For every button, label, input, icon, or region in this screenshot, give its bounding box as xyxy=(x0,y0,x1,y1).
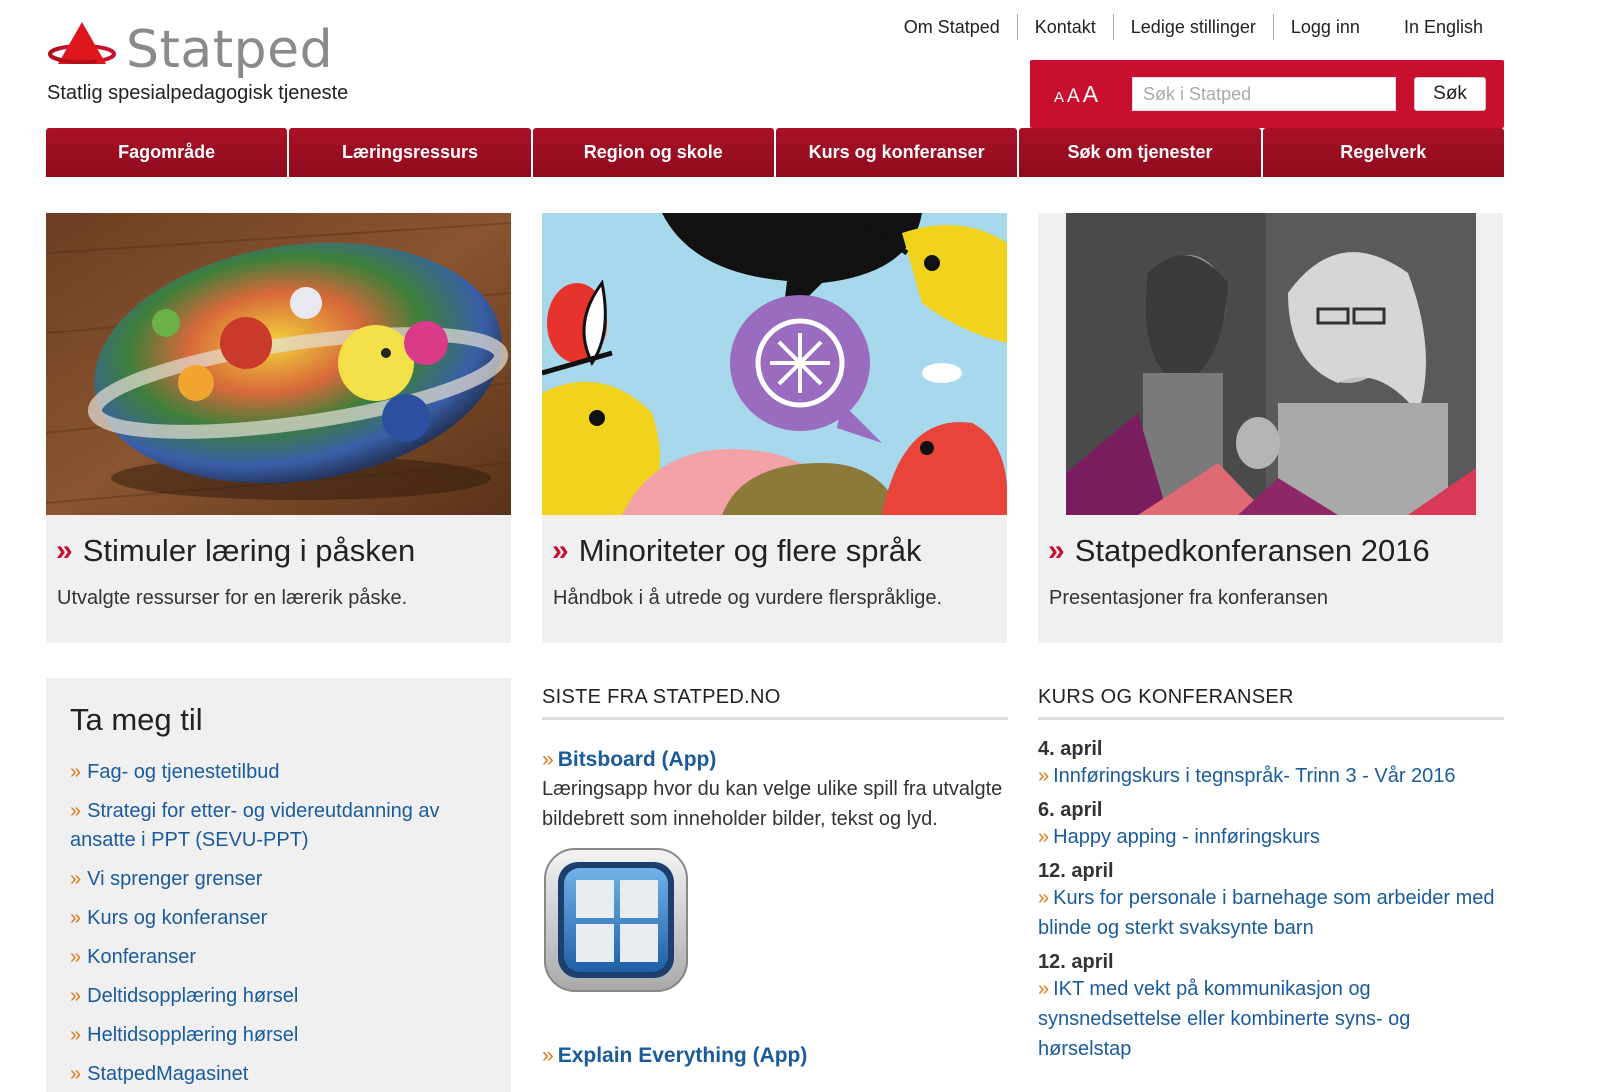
chevron-icon: » xyxy=(70,800,82,822)
latest-news-heading: SISTE FRA STATPED.NO xyxy=(542,686,1008,720)
font-size-small[interactable]: A xyxy=(1054,89,1064,106)
card-subtitle: Utvalgte ressurser for en lærerik påske. xyxy=(57,587,408,609)
card-title[interactable]: » Minoriteter og flere språk xyxy=(552,533,922,569)
card-title[interactable]: » Stimuler læring i påsken xyxy=(56,533,415,569)
course-date: 6. april xyxy=(1038,799,1103,821)
font-size-medium[interactable]: A xyxy=(1067,86,1080,108)
chevron-icon: » xyxy=(56,534,73,567)
card-subtitle: Håndbok i å utrede og vurdere flerspråkl… xyxy=(553,587,943,609)
chevron-icon: » xyxy=(1038,887,1050,909)
take-me-to-panel: Ta meg til » Fag- og tjenestetilbud » Stra… xyxy=(46,678,511,1092)
chevron-icon: » xyxy=(1038,765,1050,787)
tagline: Statlig spesialpedagogisk tjeneste xyxy=(47,82,349,104)
course-link[interactable]: » Kurs for personale i barnehage som arbe… xyxy=(1038,883,1504,943)
chevron-icon: » xyxy=(542,1044,554,1067)
logo-text: Statped xyxy=(126,20,334,80)
chevron-icon: » xyxy=(1048,534,1065,567)
mainnav-kurs-og-konferanser[interactable]: Kurs og konferanser xyxy=(775,128,1018,177)
conference-photo xyxy=(1038,213,1503,515)
take-me-to-list: » Fag- og tjenestetilbud » Strategi for et… xyxy=(70,758,487,1089)
search-bar: A A A Søk xyxy=(1030,60,1504,128)
list-item[interactable]: » Heltidsopplæring hørsel xyxy=(70,1021,487,1050)
mainnav-sok-om-tjenester[interactable]: Søk om tjenester xyxy=(1019,128,1261,177)
topnav-om-statped[interactable]: Om Statped xyxy=(887,14,1017,40)
main-navigation: Fagområde Læringsressurs Region og skole… xyxy=(46,128,1504,177)
card-title-text: Statpedkonferansen 2016 xyxy=(1074,533,1430,568)
course-link[interactable]: » Happy apping - innføringskurs xyxy=(1038,822,1504,852)
search-button[interactable]: Søk xyxy=(1414,77,1487,111)
mainnav-laeringsressurs[interactable]: Læringsressurs xyxy=(289,128,531,177)
card-title[interactable]: » Statpedkonferansen 2016 xyxy=(1048,533,1430,569)
chevron-icon: » xyxy=(70,868,82,890)
list-item[interactable]: » StatpedMagasinet xyxy=(70,1060,487,1089)
font-size-controls: A A A xyxy=(1054,81,1098,108)
list-item[interactable]: » Fag- og tjenestetilbud xyxy=(70,758,487,787)
courses-column: KURS OG KONFERANSER 4. april » Innførings… xyxy=(1038,686,1504,1064)
course-date: 4. april xyxy=(1038,738,1103,760)
card-subtitle: Presentasjoner fra konferansen xyxy=(1049,587,1329,609)
chevron-icon: » xyxy=(1038,978,1050,1000)
course-link[interactable]: » Innføringskurs i tegnspråk- Trinn 3 - V… xyxy=(1038,761,1504,791)
chevron-icon: » xyxy=(70,985,82,1007)
feature-card-paske[interactable]: » Stimuler læring i påsken Utvalgte ressu… xyxy=(46,213,511,643)
topnav-in-english[interactable]: In English xyxy=(1377,14,1500,40)
news-item: » Bitsboard (App) Læringsapp hvor du kan … xyxy=(542,748,1008,994)
topnav-ledige-stillinger[interactable]: Ledige stillinger xyxy=(1112,14,1273,40)
news-title-link[interactable]: » Bitsboard (App) xyxy=(542,748,1008,772)
chevron-icon: » xyxy=(552,534,569,567)
statped-logo-icon xyxy=(46,20,122,76)
chevron-icon: » xyxy=(70,761,82,783)
chevron-icon: » xyxy=(542,748,554,771)
course-link[interactable]: » IKT med vekt på kommunikasjon og synsne… xyxy=(1038,974,1504,1064)
card-title-text: Stimuler læring i påsken xyxy=(82,533,416,568)
topnav-kontakt[interactable]: Kontakt xyxy=(1016,14,1113,40)
bitsboard-app-icon[interactable] xyxy=(542,846,690,994)
topnav-logg-inn[interactable]: Logg inn xyxy=(1272,14,1377,40)
course-date: 12. april xyxy=(1038,951,1114,973)
feature-card-konferanse[interactable]: » Statpedkonferansen 2016 Presentasjoner … xyxy=(1038,213,1503,643)
chevron-icon: » xyxy=(70,1024,82,1046)
mainnav-region-og-skole[interactable]: Region og skole xyxy=(532,128,774,177)
card-title-text: Minoriteter og flere språk xyxy=(578,533,922,568)
mainnav-fagomrade[interactable]: Fagområde xyxy=(46,128,288,177)
list-item[interactable]: » Strategi for etter- og videreutdanning … xyxy=(70,797,487,855)
news-item: » Explain Everything (App) xyxy=(542,1044,807,1068)
news-description: Læringsapp hvor du kan velge ulike spill… xyxy=(542,778,1003,830)
speech-bubbles-illustration xyxy=(542,213,1007,515)
top-navigation: Om Statped Kontakt Ledige stillinger Log… xyxy=(887,14,1500,40)
news-title-link[interactable]: » Explain Everything (App) xyxy=(542,1044,807,1068)
list-item[interactable]: » Kurs og konferanser xyxy=(70,904,487,933)
statped-logo[interactable]: Statped xyxy=(46,20,333,80)
courses-heading: KURS OG KONFERANSER xyxy=(1038,686,1504,720)
chevron-icon: » xyxy=(70,907,82,929)
list-item[interactable]: » Konferanser xyxy=(70,943,487,972)
search-input[interactable] xyxy=(1132,77,1397,111)
chevron-icon: » xyxy=(70,946,82,968)
list-item[interactable]: » Vi sprenger grenser xyxy=(70,865,487,894)
list-item[interactable]: » Deltidsopplæring hørsel xyxy=(70,982,487,1011)
course-date: 12. april xyxy=(1038,860,1114,882)
take-me-to-heading: Ta meg til xyxy=(70,702,203,737)
easter-egg-image xyxy=(46,213,511,515)
chevron-icon: » xyxy=(1038,826,1050,848)
latest-news-column: SISTE FRA STATPED.NO » Bitsboard (App) Læ… xyxy=(542,686,1008,1067)
chevron-icon: » xyxy=(70,1063,82,1085)
feature-cards: » Stimuler læring i påsken Utvalgte ressu… xyxy=(46,213,1504,643)
font-size-large[interactable]: A xyxy=(1083,81,1098,108)
feature-card-minoriteter[interactable]: » Minoriteter og flere språk Håndbok i å … xyxy=(542,213,1007,643)
courses-list: 4. april » Innføringskurs i tegnspråk- Tr… xyxy=(1038,738,1504,1064)
mainnav-regelverk[interactable]: Regelverk xyxy=(1262,128,1504,177)
